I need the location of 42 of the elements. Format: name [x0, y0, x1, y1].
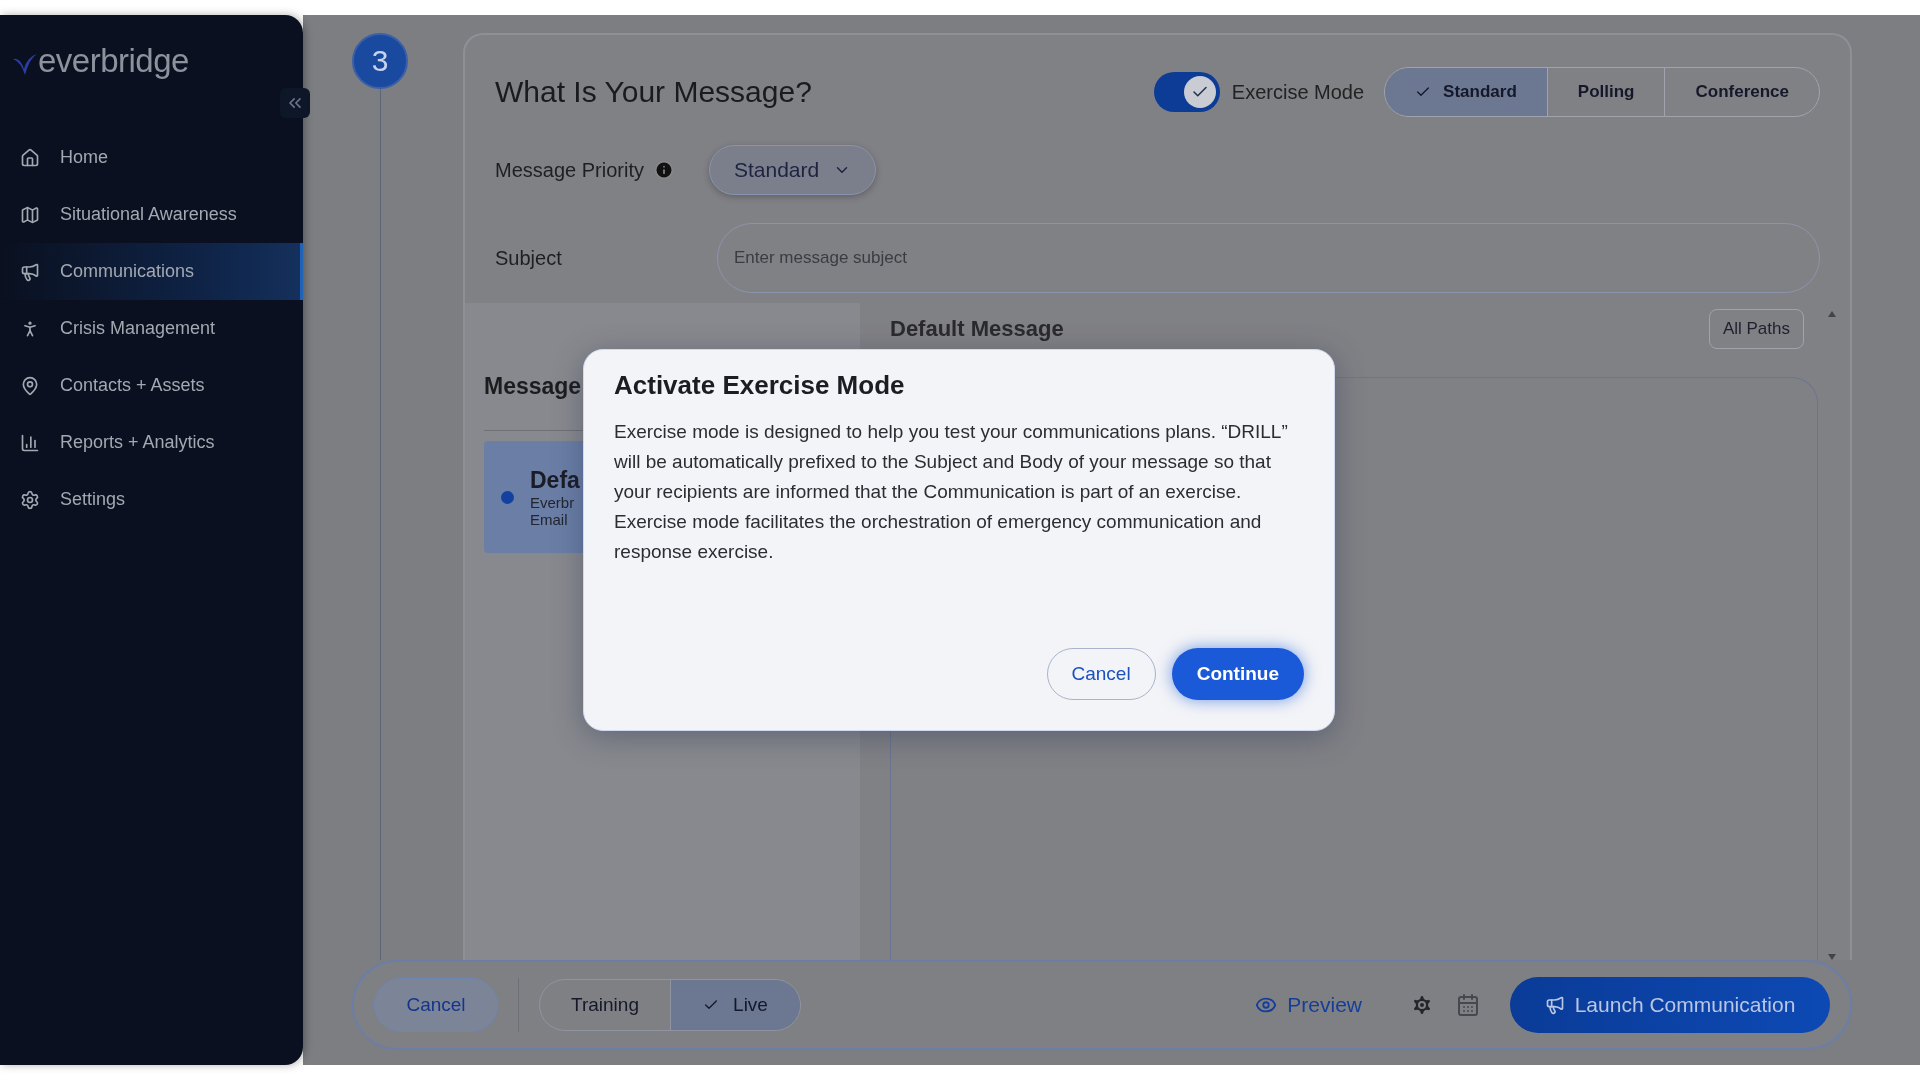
nav-icon [20, 147, 40, 168]
continue-button[interactable]: Continue [1171, 648, 1304, 700]
message-item-detail: Everbr [530, 493, 576, 511]
nav-icon [20, 261, 40, 282]
section-title: What Is Your Message? [495, 75, 813, 109]
step-number: 3 [352, 33, 408, 89]
logo-swoosh-icon [12, 53, 38, 77]
status-dot [501, 490, 514, 504]
message-type-tab[interactable]: Conference [1664, 68, 1819, 116]
subject-field[interactable]: Enter message subject [717, 223, 1820, 293]
mode-tab[interactable]: Live [670, 980, 800, 1030]
mode-tab[interactable]: Training [540, 980, 670, 1030]
nav-icon [20, 375, 40, 396]
field-label: Message Priority [495, 158, 644, 182]
calendar-icon[interactable] [1456, 993, 1480, 1017]
priority-dropdown[interactable]: Standard [708, 145, 877, 195]
field-label: Subject [495, 246, 562, 270]
nav-item[interactable]: Situational Awareness [0, 186, 303, 243]
cancel-button[interactable]: Cancel [374, 978, 498, 1032]
content-heading: Default Message [890, 316, 1064, 342]
nav-item[interactable]: Contacts + Assets [0, 357, 303, 414]
toggle-label: Exercise Mode [1231, 80, 1365, 104]
nav-item[interactable]: Settings [0, 471, 303, 528]
info-icon [653, 160, 674, 180]
exercise-mode-toggle[interactable] [1153, 72, 1220, 112]
scroll-up-icon[interactable] [1828, 311, 1836, 317]
message-item-title: Defa [530, 466, 580, 494]
megaphone-icon [1544, 995, 1565, 1015]
message-type-tab[interactable]: Standard [1385, 68, 1547, 116]
collapse-button[interactable] [280, 88, 310, 118]
nav-item[interactable]: Home [0, 129, 303, 186]
nav-icon [20, 432, 40, 453]
logo-text: everbridge [38, 44, 189, 77]
all-paths-button[interactable]: All Paths [1708, 309, 1804, 349]
nav-item[interactable]: Crisis Management [0, 300, 303, 357]
message-item-detail: Email [530, 510, 569, 528]
message-type-tab[interactable]: Polling [1546, 68, 1665, 116]
nav-icon [20, 204, 40, 225]
nav-icon [20, 489, 40, 510]
launch-button[interactable]: Launch Communication [1510, 977, 1830, 1033]
nav-item[interactable]: Reports + Analytics [0, 414, 303, 471]
nav-item[interactable]: Communications [0, 243, 303, 300]
